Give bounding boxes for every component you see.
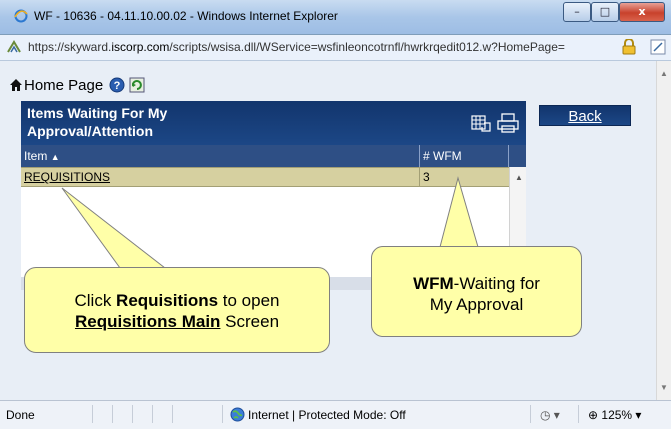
status-divider xyxy=(530,405,531,423)
zoom-control[interactable]: ⊕ 125% ▾ xyxy=(588,408,641,422)
status-divider xyxy=(132,405,133,423)
security-zone[interactable]: Internet | Protected Mode: Off xyxy=(248,408,406,422)
wfm-callout: WFM-Waiting for My Approval xyxy=(371,246,582,337)
status-divider xyxy=(112,405,113,423)
callout-pointers xyxy=(61,176,479,269)
requisitions-callout-pointer xyxy=(61,187,167,269)
status-divider xyxy=(152,405,153,423)
status-divider xyxy=(92,405,93,423)
internet-globe-icon xyxy=(230,407,245,422)
status-divider xyxy=(222,405,223,423)
zoom-level: 125% xyxy=(601,408,633,422)
protected-mode-icon[interactable]: ◷ ▾ xyxy=(540,408,560,422)
requisitions-callout: Click Requisitions to open Requisitions … xyxy=(24,267,330,353)
status-divider xyxy=(172,405,173,423)
wfm-callout-pointer xyxy=(439,176,479,248)
status-divider xyxy=(578,405,579,423)
status-bar: Done Internet | Protected Mode: Off ◷ ▾ … xyxy=(0,400,671,429)
status-text: Done xyxy=(6,408,35,422)
